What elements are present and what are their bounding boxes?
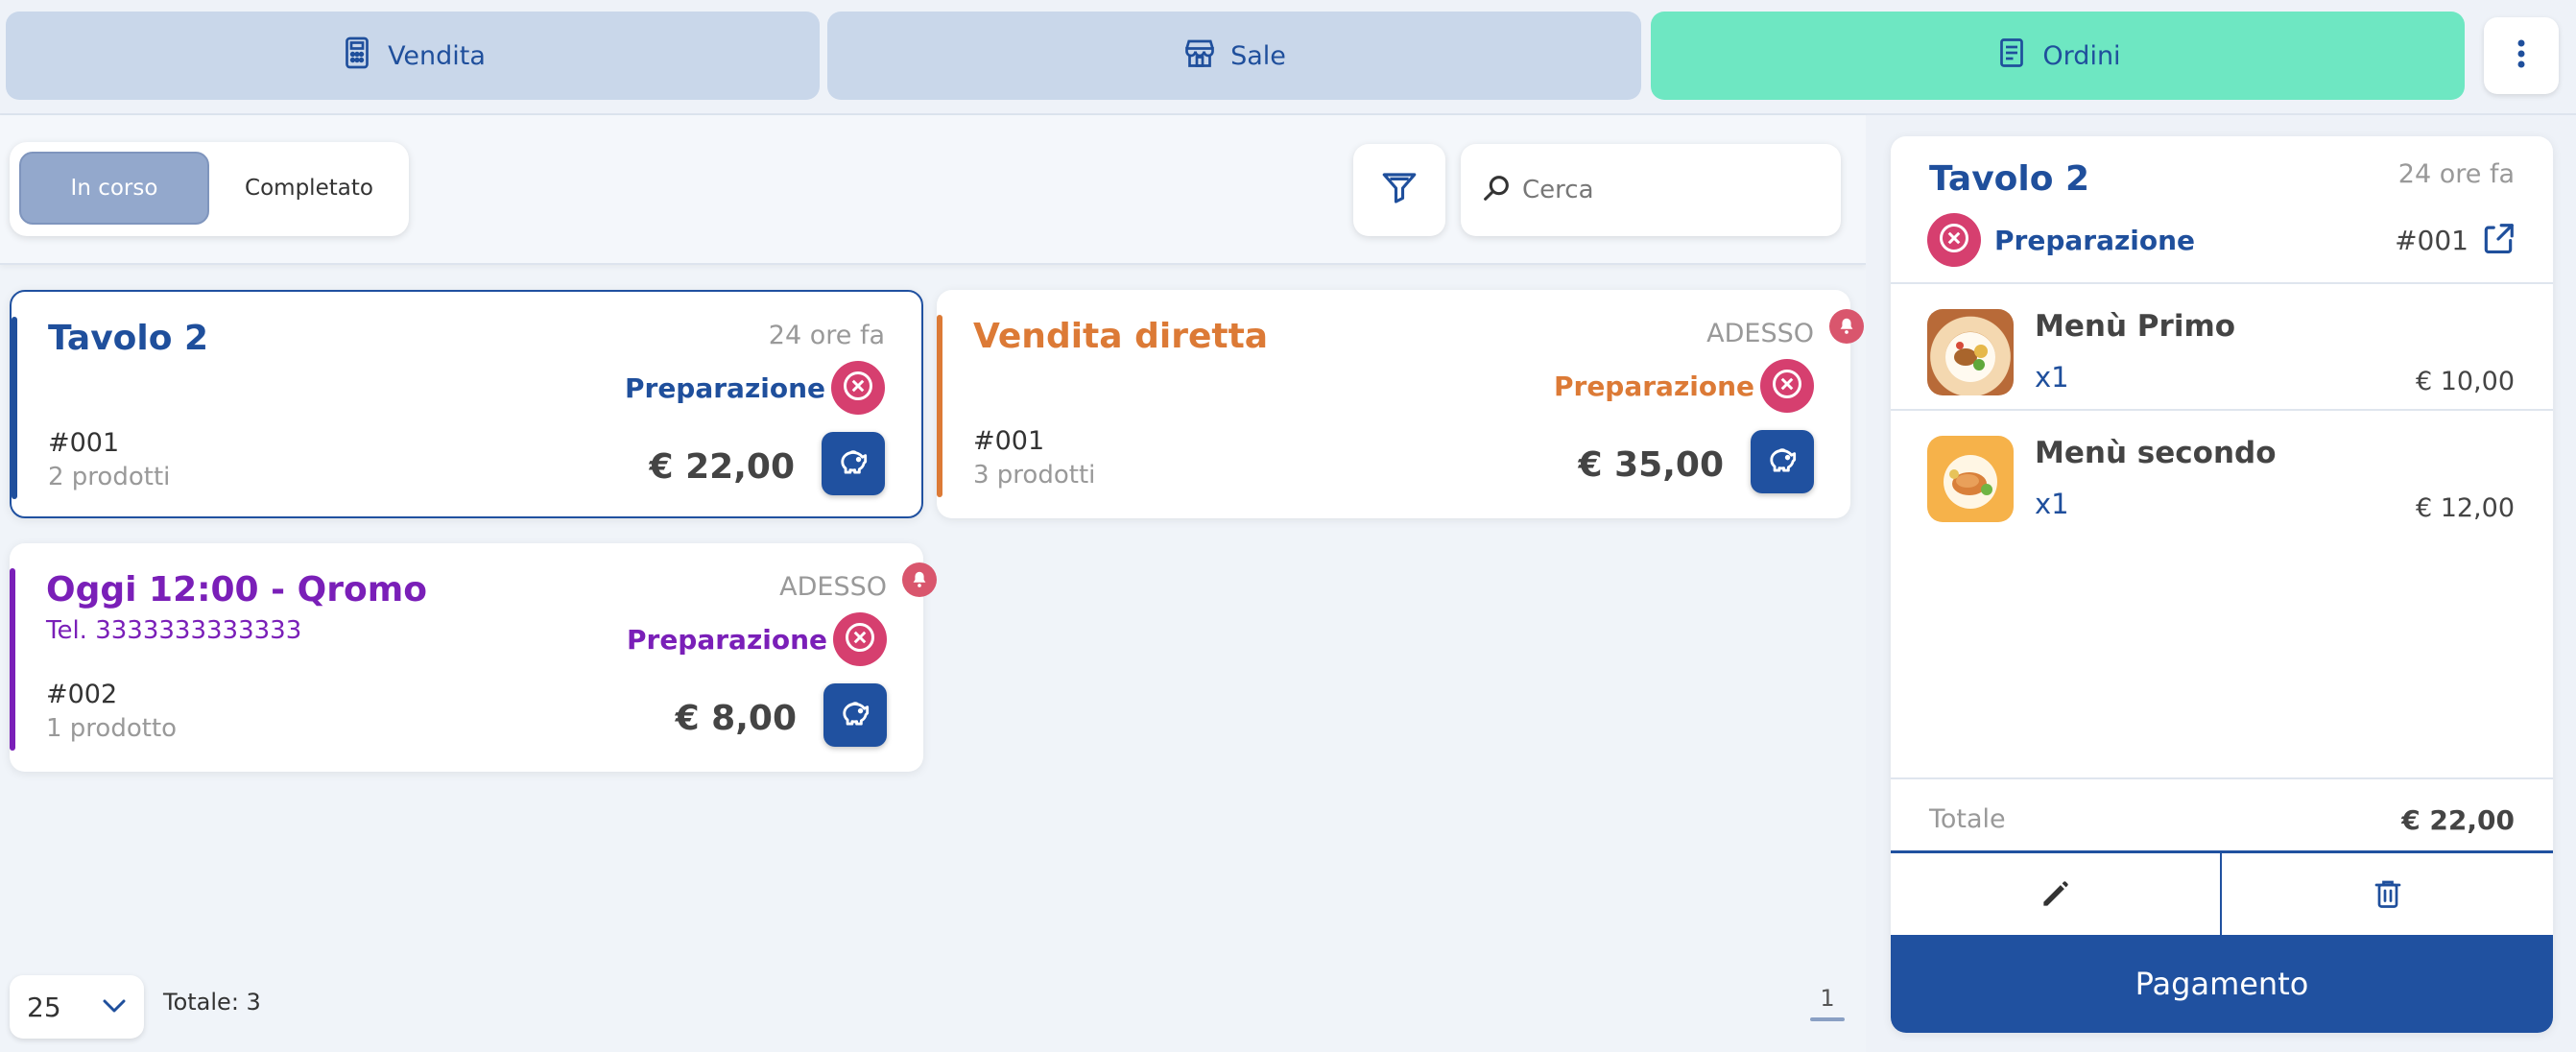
item-price: € 12,00	[2415, 493, 2515, 523]
item-price: € 10,00	[2415, 367, 2515, 396]
edit-button[interactable]	[1891, 853, 2222, 938]
notification-bell-icon	[1829, 309, 1864, 344]
menu-secondo-image	[1927, 436, 2014, 522]
pagamento-button[interactable]: Pagamento	[1891, 935, 2553, 1033]
top-navigation: Vendita Sale Ordini	[0, 0, 2576, 115]
calculator-icon	[340, 36, 374, 77]
detail-time: 24 ore fa	[2397, 159, 2515, 189]
detail-actions	[1891, 850, 2553, 938]
card-accent-stripe	[937, 315, 942, 497]
tab-sale-label: Sale	[1230, 40, 1286, 71]
pay-order-button[interactable]	[1751, 430, 1814, 493]
detail-item[interactable]: Menù secondo x1 € 12,00	[1891, 420, 2553, 547]
order-time: 24 ore fa	[768, 321, 885, 350]
notification-bell-icon	[902, 562, 937, 597]
piggy-bank-icon	[1764, 442, 1801, 482]
order-product-count: 2 prodotti	[48, 463, 171, 491]
tab-ordini-label: Ordini	[2042, 40, 2121, 71]
order-detail-area: Tavolo 2 24 ore fa Preparazione #001 Men…	[1866, 115, 2576, 1052]
pencil-icon	[2038, 875, 2074, 916]
piggy-bank-icon	[837, 695, 873, 735]
close-circle-icon	[843, 620, 877, 658]
order-price: € 22,00	[649, 447, 795, 487]
close-circle-icon	[1770, 367, 1804, 405]
order-time: ADESSO	[1706, 319, 1814, 348]
detail-order-number: #001	[2395, 225, 2469, 256]
order-card[interactable]: Vendita diretta ADESSO Preparazione #001…	[937, 290, 1864, 518]
detail-item[interactable]: Menù Primo x1 € 10,00	[1891, 294, 2553, 420]
divider	[1891, 409, 2553, 411]
order-status: Preparazione	[1553, 371, 1754, 402]
trash-icon	[2371, 876, 2405, 915]
order-title: Oggi 12:00 - Qromo	[46, 570, 427, 610]
order-number: #001	[973, 426, 1045, 456]
close-circle-icon	[841, 369, 875, 407]
store-icon	[1182, 36, 1217, 77]
tab-vendita[interactable]: Vendita	[6, 12, 820, 100]
cancel-status-button[interactable]	[831, 361, 885, 415]
segment-completato[interactable]: Completato	[215, 152, 403, 225]
pay-order-button[interactable]	[822, 432, 885, 495]
cancel-status-button[interactable]	[1760, 359, 1814, 413]
order-product-count: 3 prodotti	[973, 461, 1096, 490]
cancel-status-button[interactable]	[833, 612, 887, 666]
page-size-value: 25	[27, 991, 61, 1023]
pay-order-button[interactable]	[823, 683, 887, 747]
total-value: € 22,00	[2401, 804, 2515, 836]
more-menu-button[interactable]	[2484, 17, 2559, 94]
order-status: Preparazione	[624, 372, 825, 404]
divider	[1891, 282, 2553, 284]
order-title: Tavolo 2	[48, 319, 209, 358]
filter-icon	[1379, 168, 1419, 212]
total-count: Totale: 3	[163, 989, 261, 1016]
order-phone: Tel. 3333333333333	[46, 616, 302, 645]
total-label: Totale	[1929, 804, 2006, 834]
menu-primo-image	[1927, 309, 2014, 395]
filter-button[interactable]	[1353, 144, 1445, 236]
page-number-current[interactable]: 1	[1808, 985, 1847, 1021]
detail-cancel-status-button[interactable]	[1927, 213, 1981, 267]
order-time: ADESSO	[779, 572, 887, 602]
order-price: € 35,00	[1578, 445, 1724, 485]
search-icon	[1480, 172, 1513, 208]
search-box	[1461, 144, 1841, 236]
orders-toolbar: In corso Completato	[0, 115, 1866, 265]
divider	[1891, 777, 2553, 779]
order-product-count: 1 prodotto	[46, 714, 178, 743]
order-number: #002	[46, 680, 118, 709]
receipt-icon	[1994, 36, 2029, 77]
card-accent-stripe	[12, 317, 17, 499]
order-card[interactable]: Tavolo 2 24 ore fa Preparazione #001 2 p…	[10, 290, 923, 518]
order-title: Vendita diretta	[973, 317, 1269, 356]
page-size-select[interactable]: 25	[10, 975, 144, 1039]
detail-status: Preparazione	[1994, 225, 2196, 256]
order-card[interactable]: Oggi 12:00 - Qromo Tel. 3333333333333 AD…	[10, 543, 937, 772]
tab-sale[interactable]: Sale	[827, 12, 1641, 100]
close-circle-icon	[1937, 221, 1971, 259]
item-name: Menù secondo	[2035, 436, 2277, 470]
item-name: Menù Primo	[2035, 309, 2236, 344]
item-quantity: x1	[2035, 488, 2069, 520]
piggy-bank-icon	[835, 443, 871, 484]
status-segment-control: In corso Completato	[10, 142, 409, 236]
item-quantity: x1	[2035, 361, 2069, 394]
orders-area: In corso Completato Tavolo 2 24 ore fa P…	[0, 115, 1866, 1052]
detail-title: Tavolo 2	[1929, 159, 2090, 199]
tab-vendita-label: Vendita	[388, 40, 486, 71]
search-input[interactable]	[1522, 176, 1829, 204]
order-status: Preparazione	[626, 624, 827, 656]
order-detail-panel: Tavolo 2 24 ore fa Preparazione #001 Men…	[1891, 136, 2553, 1033]
tab-ordini[interactable]: Ordini	[1651, 12, 2465, 100]
share-icon[interactable]	[2480, 221, 2516, 261]
dots-vertical-icon	[2516, 36, 2527, 75]
delete-button[interactable]	[2222, 853, 2553, 938]
card-accent-stripe	[10, 568, 15, 751]
order-number: #001	[48, 428, 120, 458]
segment-in-corso[interactable]: In corso	[19, 152, 209, 225]
order-price: € 8,00	[675, 699, 797, 738]
